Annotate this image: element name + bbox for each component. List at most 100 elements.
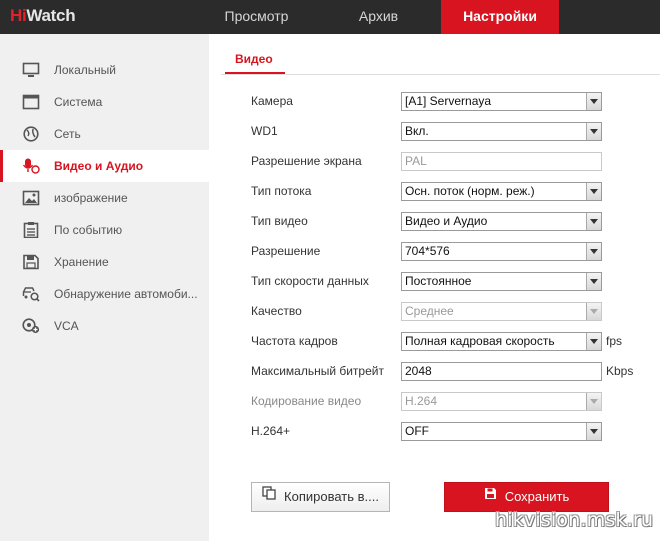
nav-archive[interactable]: Архив <box>330 0 427 34</box>
video-encoding-value: H.264 <box>405 394 438 408</box>
vca-icon <box>22 318 40 334</box>
chevron-down-icon <box>586 243 601 260</box>
video-type-value: Видео и Аудио <box>405 214 488 228</box>
row-quality: Качество Среднее <box>209 296 660 326</box>
max-bitrate-unit: Kbps <box>606 364 634 378</box>
wd1-label: WD1 <box>251 124 278 138</box>
video-encoding-label: Кодирование видео <box>251 394 362 408</box>
row-resolution: Разрешение 704*576 <box>209 236 660 266</box>
screen-resolution-value: PAL <box>405 154 427 168</box>
sidebar-item-label: Хранение <box>54 255 109 269</box>
h264plus-value: OFF <box>405 424 429 438</box>
row-screen-resolution: Разрешение экрана PAL <box>209 146 660 176</box>
sidebar-item-storage[interactable]: Хранение <box>0 246 209 278</box>
system-window-icon <box>22 94 40 110</box>
sidebar-item-system[interactable]: Система <box>0 86 209 118</box>
sidebar: Локальный Система Сеть Видео и Аудио изо… <box>0 34 209 541</box>
resolution-value: 704*576 <box>405 244 450 258</box>
stream-type-select[interactable]: Осн. поток (норм. реж.) <box>401 182 602 201</box>
row-bitrate-type: Тип скорости данных Постоянное <box>209 266 660 296</box>
image-icon <box>22 190 40 206</box>
sidebar-item-label: Система <box>54 95 103 109</box>
video-type-select[interactable]: Видео и Аудио <box>401 212 602 231</box>
nav-view[interactable]: Просмотр <box>210 0 303 34</box>
camera-select-value: [A1] Servernaya <box>405 94 492 108</box>
chevron-down-icon <box>586 303 601 320</box>
wd1-select[interactable]: Вкл. <box>401 122 602 141</box>
quality-label: Качество <box>251 304 302 318</box>
content-area: Видео Камера [A1] Servernaya WD1 Вкл. Ра… <box>209 34 660 541</box>
stream-type-label: Тип потока <box>251 184 312 198</box>
video-encoding-select: H.264 <box>401 392 602 411</box>
row-camera: Камера [A1] Servernaya <box>209 86 660 116</box>
resolution-select[interactable]: 704*576 <box>401 242 602 261</box>
row-video-type: Тип видео Видео и Аудио <box>209 206 660 236</box>
monitor-icon <box>22 62 40 78</box>
globe-icon <box>22 126 40 142</box>
chevron-down-icon <box>586 183 601 200</box>
max-bitrate-input[interactable]: 2048 <box>401 362 602 381</box>
hiwatch-logo: HiWatch <box>10 4 76 28</box>
sidebar-item-network[interactable]: Сеть <box>0 118 209 150</box>
sidebar-item-vca[interactable]: VCA <box>0 310 209 342</box>
row-wd1: WD1 Вкл. <box>209 116 660 146</box>
max-bitrate-value: 2048 <box>405 364 432 378</box>
frame-rate-unit: fps <box>606 334 623 348</box>
chevron-down-icon <box>586 213 601 230</box>
h264plus-select[interactable]: OFF <box>401 422 602 441</box>
floppy-icon <box>22 254 40 270</box>
chevron-down-icon <box>586 273 601 290</box>
camera-select[interactable]: [A1] Servernaya <box>401 92 602 111</box>
save-button-label: Сохранить <box>504 489 570 504</box>
sidebar-item-label: Сеть <box>54 127 81 141</box>
copy-to-button[interactable]: Копировать в.... <box>251 482 390 512</box>
logo-hi: Hi <box>10 6 27 25</box>
tab-active-indicator <box>225 72 285 74</box>
sidebar-item-event[interactable]: По событию <box>0 214 209 246</box>
sidebar-item-vehicle-detection[interactable]: Обнаружение автомоби... <box>0 278 209 310</box>
quality-select: Среднее <box>401 302 602 321</box>
sidebar-item-label: Локальный <box>54 63 116 77</box>
sidebar-item-local[interactable]: Локальный <box>0 54 209 86</box>
frame-rate-label: Частота кадров <box>251 334 338 348</box>
frame-rate-select[interactable]: Полная кадровая скорость <box>401 332 602 351</box>
top-bar: HiWatch Просмотр Архив Настройки <box>0 0 660 34</box>
video-type-label: Тип видео <box>251 214 308 228</box>
sidebar-item-video-audio[interactable]: Видео и Аудио <box>0 150 209 182</box>
row-max-bitrate: Максимальный битрейт 2048 Kbps <box>209 356 660 386</box>
save-button[interactable]: Сохранить <box>444 482 609 512</box>
bitrate-type-label: Тип скорости данных <box>251 274 369 288</box>
sidebar-item-label: По событию <box>54 223 123 237</box>
sidebar-item-label: Видео и Аудио <box>54 159 144 173</box>
quality-value: Среднее <box>405 304 454 318</box>
car-search-icon <box>22 286 40 302</box>
event-list-icon <box>22 222 40 238</box>
chevron-down-icon <box>586 333 601 350</box>
chevron-down-icon <box>586 423 601 440</box>
tab-divider <box>221 74 660 75</box>
bitrate-type-value: Постоянное <box>405 274 472 288</box>
row-video-encoding: Кодирование видео H.264 <box>209 386 660 416</box>
bitrate-type-select[interactable]: Постоянное <box>401 272 602 291</box>
microphone-icon <box>22 158 40 174</box>
h264plus-label: H.264+ <box>251 424 291 438</box>
screen-resolution-field: PAL <box>401 152 602 171</box>
copy-button-label: Копировать в.... <box>284 489 379 504</box>
chevron-down-icon <box>586 93 601 110</box>
sidebar-item-image[interactable]: изображение <box>0 182 209 214</box>
screen-resolution-label: Разрешение экрана <box>251 154 362 168</box>
wd1-select-value: Вкл. <box>405 124 429 138</box>
sidebar-item-label: изображение <box>54 191 128 205</box>
max-bitrate-label: Максимальный битрейт <box>251 364 384 378</box>
tab-video[interactable]: Видео <box>235 52 273 72</box>
chevron-down-icon <box>586 123 601 140</box>
row-stream-type: Тип потока Осн. поток (норм. реж.) <box>209 176 660 206</box>
stream-type-value: Осн. поток (норм. реж.) <box>405 184 535 198</box>
camera-label: Камера <box>251 94 293 108</box>
copy-icon <box>262 482 276 510</box>
row-frame-rate: Частота кадров Полная кадровая скорость … <box>209 326 660 356</box>
row-h264plus: H.264+ OFF <box>209 416 660 446</box>
frame-rate-value: Полная кадровая скорость <box>405 334 555 348</box>
nav-settings[interactable]: Настройки <box>441 0 559 34</box>
save-icon <box>484 482 497 510</box>
